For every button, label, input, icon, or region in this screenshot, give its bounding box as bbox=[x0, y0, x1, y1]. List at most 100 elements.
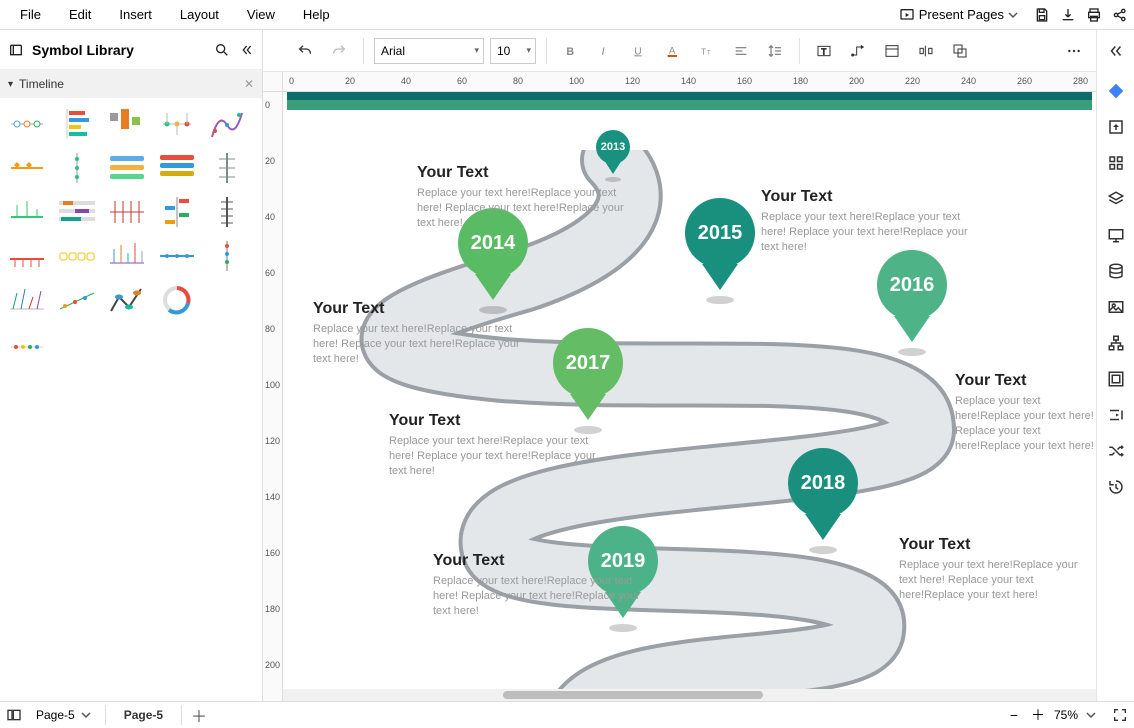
timeline-thumb[interactable] bbox=[54, 280, 100, 320]
download-icon[interactable] bbox=[1060, 7, 1076, 23]
timeline-pin-2018[interactable]: 2018 bbox=[788, 448, 858, 554]
timeline-text-block[interactable]: Your TextReplace your text here!Replace … bbox=[417, 164, 627, 231]
timeline-thumb[interactable] bbox=[4, 192, 50, 232]
timeline-thumb[interactable] bbox=[104, 236, 150, 276]
line-spacing-button[interactable] bbox=[761, 37, 789, 65]
collapse-sidebar-icon[interactable] bbox=[238, 42, 254, 58]
container-button[interactable] bbox=[878, 37, 906, 65]
timeline-thumb[interactable] bbox=[104, 280, 150, 320]
sitemap-icon[interactable] bbox=[1101, 328, 1131, 358]
menu-bar: File Edit Insert Layout View Help Presen… bbox=[0, 0, 1134, 30]
more-tools-button[interactable] bbox=[1060, 37, 1088, 65]
redo-button[interactable] bbox=[325, 37, 353, 65]
database-icon[interactable] bbox=[1101, 256, 1131, 286]
text-block-title: Your Text bbox=[389, 412, 599, 430]
zoom-in-button[interactable]: ＋ bbox=[1030, 707, 1046, 723]
bold-button[interactable]: B bbox=[557, 37, 585, 65]
timeline-thumb[interactable] bbox=[54, 192, 100, 232]
undo-button[interactable] bbox=[291, 37, 319, 65]
shuffle-icon[interactable] bbox=[1101, 436, 1131, 466]
italic-button[interactable]: I bbox=[591, 37, 619, 65]
share-icon[interactable] bbox=[1112, 7, 1128, 23]
timeline-pin-2016[interactable]: 2016 bbox=[877, 250, 947, 356]
collapse-right-icon[interactable] bbox=[1101, 400, 1131, 430]
timeline-text-block[interactable]: Your TextReplace your text here!Replace … bbox=[389, 412, 599, 479]
font-color-button[interactable]: A bbox=[659, 37, 687, 65]
menu-insert[interactable]: Insert bbox=[105, 7, 166, 22]
timeline-text-block[interactable]: Your TextReplace your text here!Replace … bbox=[433, 552, 643, 619]
timeline-thumb[interactable] bbox=[154, 236, 200, 276]
present-pages-button[interactable]: Present Pages bbox=[893, 5, 1024, 25]
align-button[interactable] bbox=[727, 37, 755, 65]
menu-layout[interactable]: Layout bbox=[166, 7, 233, 22]
timeline-thumb[interactable] bbox=[154, 148, 200, 188]
timeline-thumb[interactable] bbox=[4, 148, 50, 188]
panel-timeline-header[interactable]: ▾ Timeline ✕ bbox=[0, 70, 262, 98]
underline-button[interactable]: U bbox=[625, 37, 653, 65]
timeline-thumb[interactable] bbox=[54, 148, 100, 188]
distribute-button[interactable] bbox=[912, 37, 940, 65]
timeline-thumb[interactable] bbox=[104, 104, 150, 144]
timeline-thumb[interactable] bbox=[204, 236, 250, 276]
timeline-thumb[interactable] bbox=[204, 148, 250, 188]
timeline-thumb[interactable] bbox=[4, 236, 50, 276]
shape-style-icon[interactable] bbox=[1101, 76, 1131, 106]
frame-icon[interactable] bbox=[1101, 364, 1131, 394]
timeline-thumb[interactable] bbox=[154, 280, 200, 320]
timeline-text-block[interactable]: Your TextReplace your text here!Replace … bbox=[313, 300, 523, 367]
menu-edit[interactable]: Edit bbox=[55, 7, 105, 22]
text-block-body: Replace your text here!Replace your text… bbox=[433, 574, 643, 619]
page-dropdown[interactable]: Page-5 bbox=[30, 706, 97, 724]
timeline-pin-2015[interactable]: 2015 bbox=[685, 198, 755, 304]
layers-icon[interactable] bbox=[1101, 184, 1131, 214]
timeline-thumb[interactable] bbox=[204, 280, 250, 320]
fullscreen-icon[interactable] bbox=[1112, 707, 1128, 723]
add-page-button[interactable]: ＋ bbox=[190, 706, 208, 724]
timeline-text-block[interactable]: Your TextReplace your text here!Replace … bbox=[761, 188, 971, 255]
text-case-button[interactable]: TT bbox=[693, 37, 721, 65]
panel-close-button[interactable]: ✕ bbox=[244, 77, 254, 91]
image-icon[interactable] bbox=[1101, 292, 1131, 322]
export-icon[interactable] bbox=[1101, 112, 1131, 142]
timeline-thumb[interactable] bbox=[4, 104, 50, 144]
timeline-thumb[interactable] bbox=[154, 104, 200, 144]
timeline-text-block[interactable]: Your TextReplace your text here!Replace … bbox=[899, 536, 1096, 603]
timeline-thumb[interactable] bbox=[104, 148, 150, 188]
history-icon[interactable] bbox=[1101, 472, 1131, 502]
timeline-thumb[interactable] bbox=[4, 324, 50, 364]
font-size-select[interactable]: 10▾ bbox=[490, 38, 536, 64]
grid-view-icon[interactable] bbox=[1101, 148, 1131, 178]
timeline-thumb[interactable] bbox=[104, 192, 150, 232]
timeline-thumb[interactable] bbox=[204, 192, 250, 232]
timeline-thumbnails bbox=[0, 98, 262, 370]
text-block-title: Your Text bbox=[761, 188, 971, 206]
group-button[interactable] bbox=[946, 37, 974, 65]
timeline-thumb[interactable] bbox=[154, 192, 200, 232]
search-icon[interactable] bbox=[214, 42, 230, 58]
zoom-out-button[interactable]: − bbox=[1006, 707, 1022, 723]
slideshow-icon[interactable] bbox=[1101, 220, 1131, 250]
text-block-body: Replace your text here!Replace your text… bbox=[955, 394, 1096, 453]
menu-help[interactable]: Help bbox=[289, 7, 344, 22]
text-box-button[interactable]: T bbox=[810, 37, 838, 65]
font-family-select[interactable]: Arial▾ bbox=[374, 38, 484, 64]
save-icon[interactable] bbox=[1034, 7, 1050, 23]
zoom-value[interactable]: 75% bbox=[1054, 708, 1078, 722]
timeline-thumb[interactable] bbox=[54, 104, 100, 144]
menu-view[interactable]: View bbox=[233, 7, 289, 22]
timeline-text-block[interactable]: Your TextReplace your text here!Replace … bbox=[955, 372, 1096, 453]
timeline-thumb[interactable] bbox=[54, 236, 100, 276]
horizontal-scrollbar[interactable] bbox=[283, 689, 1096, 701]
menu-file[interactable]: File bbox=[6, 7, 55, 22]
timeline-thumb[interactable] bbox=[4, 280, 50, 320]
connector-button[interactable] bbox=[844, 37, 872, 65]
pin-tail bbox=[475, 274, 511, 300]
timeline-thumb[interactable] bbox=[204, 104, 250, 144]
svg-text:T: T bbox=[701, 46, 707, 56]
page-tab[interactable]: Page-5 bbox=[105, 705, 182, 725]
expand-rail-icon[interactable] bbox=[1101, 36, 1131, 66]
print-icon[interactable] bbox=[1086, 7, 1102, 23]
outline-view-icon[interactable] bbox=[6, 707, 22, 723]
pin-shadow bbox=[809, 546, 837, 554]
canvas[interactable]: 2013201420152016201720182019 Your TextRe… bbox=[283, 92, 1096, 701]
